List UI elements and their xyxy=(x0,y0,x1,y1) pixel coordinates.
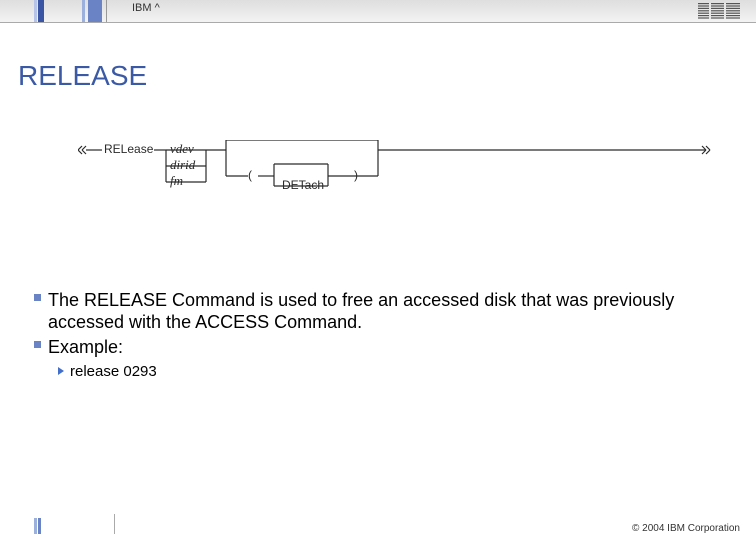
diagram-option-vdev: vdev xyxy=(170,141,194,157)
diagram-paren-open: ( xyxy=(248,168,252,182)
footer-copyright: © 2004 IBM Corporation xyxy=(632,523,740,534)
footer-decoration xyxy=(34,518,124,534)
sub-bullet-item: release 0293 xyxy=(58,363,726,380)
bullet-text: The RELEASE Command is used to free an a… xyxy=(48,290,674,332)
header-bar: IBM ^ xyxy=(0,0,756,23)
sub-bullet-text: release 0293 xyxy=(70,363,157,380)
diagram-command: RELease xyxy=(104,142,153,156)
diagram-modifier: DETach xyxy=(282,178,324,192)
diagram-paren-close: ) xyxy=(354,168,358,182)
bullet-item: Example: xyxy=(34,337,726,359)
header-product-text: IBM ^ xyxy=(132,2,160,14)
triangle-bullet-icon xyxy=(58,367,64,375)
bullet-list: The RELEASE Command is used to free an a… xyxy=(34,290,726,380)
slide: IBM ^ RELEASE xyxy=(0,0,756,540)
page-title: RELEASE xyxy=(18,60,147,92)
square-bullet-icon xyxy=(34,341,41,348)
diagram-option-fm: fm xyxy=(170,173,183,189)
bullet-text: Example: xyxy=(48,337,123,357)
syntax-diagram: RELease vdev dirid fm ( DETach ) xyxy=(78,140,718,200)
header-decoration xyxy=(34,0,124,22)
square-bullet-icon xyxy=(34,294,41,301)
ibm-logo-icon xyxy=(698,3,740,19)
diagram-option-dirid: dirid xyxy=(170,157,195,173)
bullet-item: The RELEASE Command is used to free an a… xyxy=(34,290,726,333)
